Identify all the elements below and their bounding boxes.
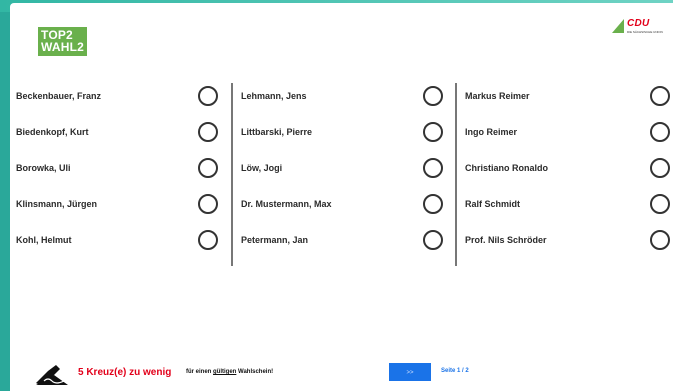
vote-radio[interactable]	[650, 86, 670, 106]
pen-writing-icon	[36, 365, 68, 385]
vote-radio[interactable]	[650, 122, 670, 142]
candidate-name: Littbarski, Pierre	[241, 127, 313, 137]
candidate-name: Lehmann, Jens	[241, 91, 307, 101]
next-page-button[interactable]: >>	[389, 363, 431, 381]
vote-radio[interactable]	[423, 158, 443, 178]
cdu-logo: CDU DIE SÄCHSISCHE UNION	[612, 18, 666, 37]
vote-radio[interactable]	[198, 158, 218, 178]
candidate-name: Dr. Mustermann, Max	[241, 199, 332, 209]
vote-radio[interactable]	[423, 122, 443, 142]
column-divider	[231, 83, 233, 266]
candidate-name: Löw, Jogi	[241, 163, 283, 173]
candidate-name: Borowka, Uli	[16, 163, 71, 173]
hint-underlined: gültigen	[213, 369, 237, 375]
ballot-card	[10, 3, 673, 391]
vote-radio[interactable]	[198, 230, 218, 250]
vote-radio[interactable]	[198, 86, 218, 106]
candidate-name: Biedenkopf, Kurt	[16, 127, 89, 137]
cdu-logo-text: CDU	[627, 18, 650, 29]
candidate-name: Kohl, Helmut	[16, 235, 72, 245]
candidate-name: Petermann, Jan	[241, 235, 309, 245]
cdu-triangle-icon	[612, 19, 624, 33]
candidate-name: Markus Reimer	[465, 91, 530, 101]
candidate-name: Ralf Schmidt	[465, 199, 521, 209]
candidate-name: Christiano Ronaldo	[465, 163, 548, 173]
hint-prefix: für einen	[186, 369, 214, 375]
vote-radio[interactable]	[650, 230, 670, 250]
vote-radio[interactable]	[650, 158, 670, 178]
vote-radio[interactable]	[650, 194, 670, 214]
vote-radio[interactable]	[423, 86, 443, 106]
logo-line-2: WAHL2	[41, 40, 84, 54]
top2wahl2-logo: TOP2 WAHL2	[38, 27, 87, 56]
vote-radio[interactable]	[423, 194, 443, 214]
vote-radio[interactable]	[198, 194, 218, 214]
vote-count-warning: 5 Kreuz(e) zu wenig	[78, 367, 172, 378]
candidate-name: Prof. Nils Schröder	[465, 235, 547, 245]
column-divider	[455, 83, 457, 266]
cdu-logo-subtitle: DIE SÄCHSISCHE UNION	[627, 30, 663, 34]
candidate-name: Klinsmann, Jürgen	[16, 199, 98, 209]
vote-radio[interactable]	[198, 122, 218, 142]
candidate-name: Beckenbauer, Franz	[16, 91, 102, 101]
valid-ballot-hint: für einen gültigen Wahlschein!	[186, 369, 273, 375]
vote-radio[interactable]	[423, 230, 443, 250]
candidate-name: Ingo Reimer	[465, 127, 518, 137]
hint-suffix: Wahlschein!	[236, 369, 274, 375]
ballot-footer: 5 Kreuz(e) zu wenig für einen gültigen W…	[0, 355, 673, 391]
page-indicator: Seite 1 / 2	[441, 368, 469, 374]
